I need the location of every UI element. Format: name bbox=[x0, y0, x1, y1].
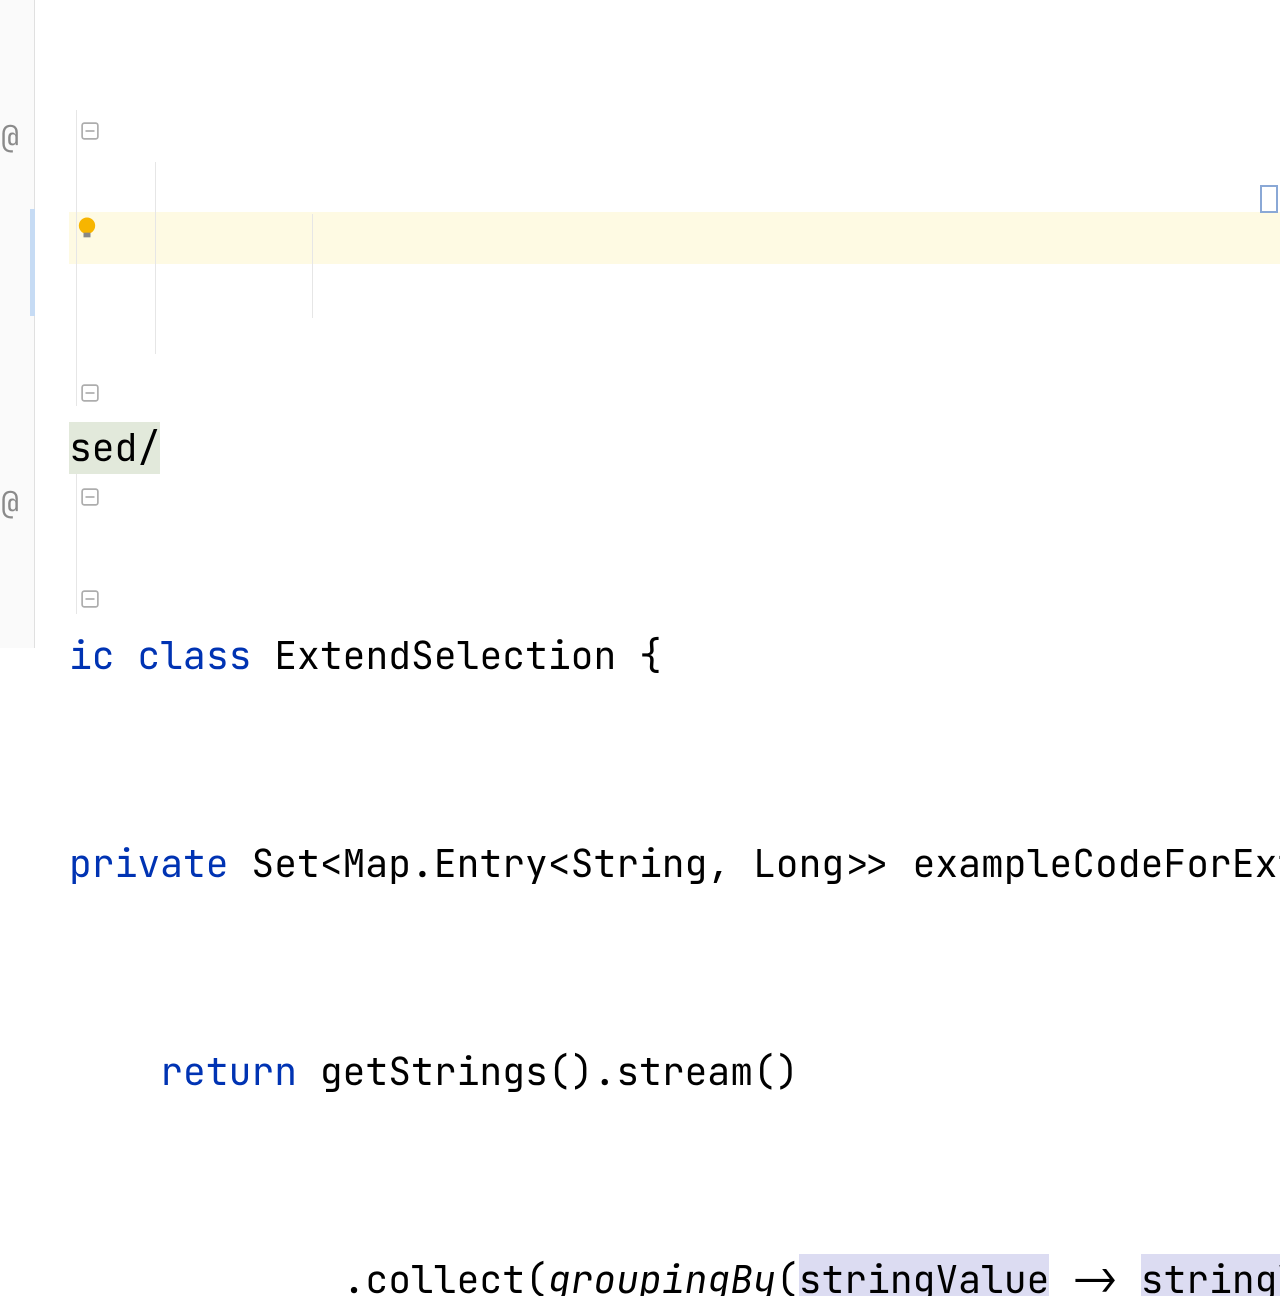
indent-guide bbox=[312, 214, 313, 318]
arrow: -> bbox=[1049, 1254, 1140, 1296]
annotation-marker-icon: @ bbox=[1, 476, 19, 528]
code-line[interactable]: ic class ExtendSelection { bbox=[69, 630, 1280, 682]
annotation-marker-icon: @ bbox=[1, 110, 19, 162]
static-method: groupingBy bbox=[548, 1254, 776, 1296]
class-name: ExtendSelection { bbox=[251, 630, 661, 682]
identifier-highlighted: stringValue bbox=[799, 1254, 1050, 1296]
scrollbar-position-marker[interactable] bbox=[1260, 185, 1278, 213]
keyword-class: class bbox=[137, 630, 251, 682]
indent bbox=[69, 1254, 343, 1296]
current-line-highlight bbox=[69, 212, 1280, 264]
keyword-return: return bbox=[160, 1046, 297, 1098]
code-line[interactable]: return getStrings().stream() bbox=[69, 1046, 1280, 1098]
code-content[interactable]: sed/ ic class ExtendSelection { private … bbox=[69, 0, 1280, 648]
code-line[interactable]: private Set<Map.Entry<String, Long>> exa… bbox=[69, 838, 1280, 890]
keyword-private: private bbox=[69, 838, 229, 890]
indent-guide bbox=[76, 110, 77, 406]
keyword: ic bbox=[69, 630, 115, 682]
space bbox=[115, 630, 138, 682]
indent bbox=[69, 1046, 160, 1098]
code-line-current[interactable]: .collect(groupingBy(stringValue -> strin… bbox=[69, 1254, 1280, 1296]
gutter-folding bbox=[35, 0, 69, 648]
indent-guide bbox=[155, 162, 156, 354]
expression: getStrings().stream() bbox=[297, 1046, 799, 1098]
method-signature: Set<Map.Entry<String, Long>> exampleCode… bbox=[229, 838, 1280, 890]
identifier-highlighted: stringValue bbox=[1141, 1254, 1280, 1296]
selected-text: sed/ bbox=[69, 422, 160, 474]
method-call: .collect( bbox=[343, 1254, 548, 1296]
code-line[interactable]: sed/ bbox=[69, 422, 1280, 474]
indent-guide bbox=[76, 474, 77, 614]
code-editor[interactable]: @ @ sed/ ic class ExtendSelection { priv… bbox=[0, 0, 1280, 648]
gutter-primary: @ @ bbox=[0, 0, 35, 648]
paren: ( bbox=[776, 1254, 799, 1296]
